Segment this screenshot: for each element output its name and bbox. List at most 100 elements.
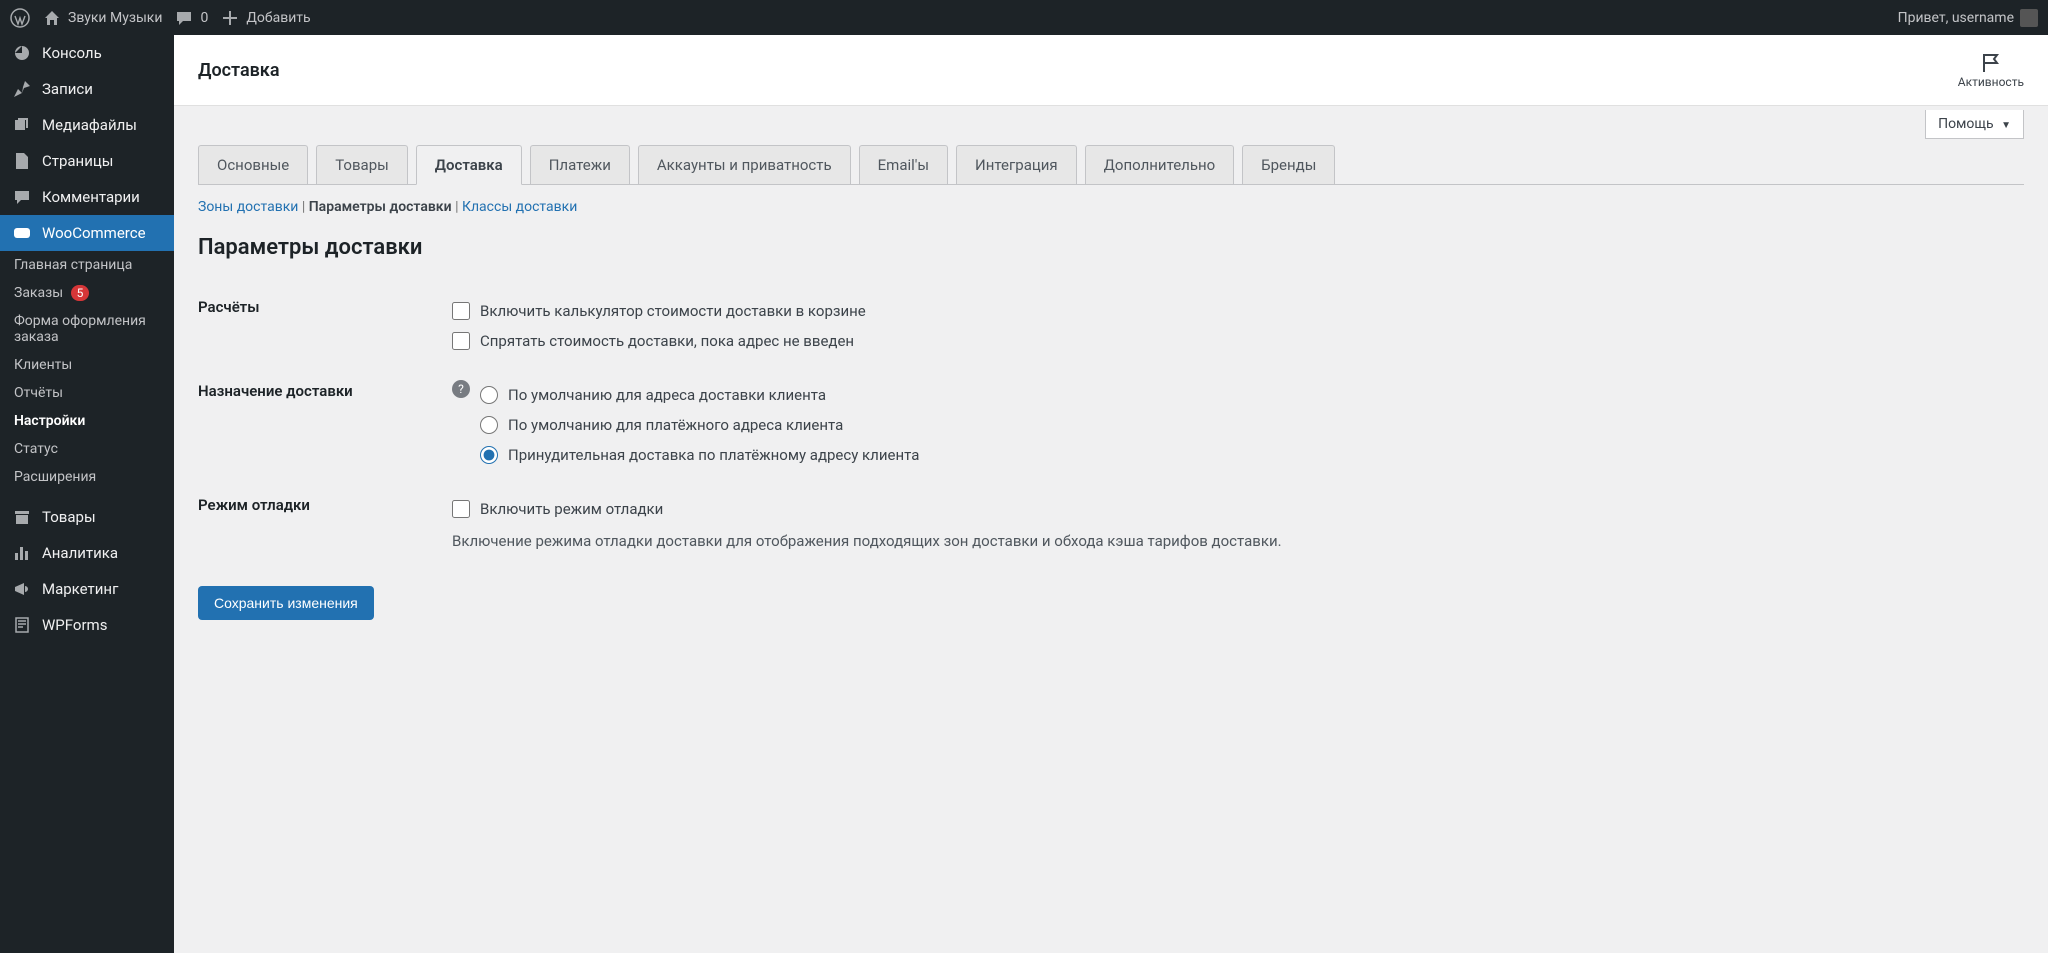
dest-label-1: По умолчанию для адреса доставки клиента [508,386,826,404]
menu-comments[interactable]: Комментарии [0,179,174,215]
submenu-settings[interactable]: Настройки [0,407,174,435]
destination-label: Назначение доставки [198,382,353,400]
settings-tabs: Основные Товары Доставка Платежи Аккаунт… [198,145,2024,185]
help-tooltip-icon[interactable]: ? [452,380,470,398]
dest-option-force-billing[interactable]: Принудительная доставка по платёжному ад… [480,440,2024,470]
settings-form: Расчёты Включить калькулятор стоимости д… [198,284,2024,562]
submenu-home[interactable]: Главная страница [0,251,174,279]
submenu-orders-label: Заказы [14,285,63,301]
greeting-text: Привет, username [1898,10,2014,26]
tab-products[interactable]: Товары [316,145,408,184]
tab-brands[interactable]: Бренды [1242,145,1335,184]
dest-radio-3[interactable] [480,446,498,464]
megaphone-icon [12,579,32,599]
admin-bar: Звуки Музыки 0 Добавить Привет, username [0,0,2048,35]
subnav-zones[interactable]: Зоны доставки [198,199,298,215]
calculations-label: Расчёты [198,296,452,316]
menu-wpforms[interactable]: WPForms [0,607,174,643]
dest-option-billing[interactable]: По умолчанию для платёжного адреса клиен… [480,410,2024,440]
wordpress-icon [10,8,30,28]
tab-advanced[interactable]: Дополнительно [1085,145,1235,184]
tab-accounts[interactable]: Аккаунты и приватность [638,145,851,184]
home-icon [42,8,62,28]
menu-woocommerce[interactable]: WooCommerce [0,215,174,251]
menu-label: Медиафайлы [42,116,137,134]
calc-option-hide-cost[interactable]: Спрятать стоимость доставки, пока адрес … [452,326,2024,356]
content-area: Доставка Активность Помощь ▼ Основные То… [174,35,2048,953]
menu-posts[interactable]: Записи [0,71,174,107]
dest-label-2: По умолчанию для платёжного адреса клиен… [508,416,843,434]
activity-label: Активность [1958,75,2024,89]
page-title: Доставка [198,60,280,81]
user-avatar-icon [2020,9,2038,27]
subnav-classes[interactable]: Классы доставки [462,199,577,215]
activity-button[interactable]: Активность [1958,51,2024,89]
shipping-subnav: Зоны доставки | Параметры доставки | Кла… [198,185,2024,229]
help-toggle[interactable]: Помощь ▼ [1925,110,2024,139]
section-title: Параметры доставки [198,235,2024,260]
comment-icon [174,8,194,28]
submenu-reports[interactable]: Отчёты [0,379,174,407]
submenu-checkout-form[interactable]: Форма оформления заказа [0,307,174,351]
site-name: Звуки Музыки [68,10,162,26]
menu-products[interactable]: Товары [0,499,174,535]
menu-pages[interactable]: Страницы [0,143,174,179]
calc-label-2: Спрятать стоимость доставки, пока адрес … [480,332,854,350]
menu-dashboard[interactable]: Консоль [0,35,174,71]
menu-label: Страницы [42,152,113,170]
calc-checkbox-2[interactable] [452,332,470,350]
add-new-link[interactable]: Добавить [220,8,310,28]
help-label: Помощь [1938,116,1994,132]
calc-checkbox-1[interactable] [452,302,470,320]
menu-media[interactable]: Медиафайлы [0,107,174,143]
add-label: Добавить [246,10,310,26]
calc-label-1: Включить калькулятор стоимости доставки … [480,302,866,320]
menu-label: Консоль [42,44,102,62]
flag-icon [1979,51,2003,75]
form-icon [12,615,32,635]
submenu-orders[interactable]: Заказы 5 [0,279,174,307]
subnav-params: Параметры доставки [309,199,452,215]
site-link[interactable]: Звуки Музыки [42,8,162,28]
tab-general[interactable]: Основные [198,145,308,184]
separator: | [455,199,462,215]
comment-icon [12,187,32,207]
tab-integration[interactable]: Интеграция [956,145,1077,184]
menu-label: WooCommerce [42,224,146,242]
page-header: Доставка Активность [174,35,2048,106]
menu-marketing[interactable]: Маркетинг [0,571,174,607]
dashboard-icon [12,43,32,63]
debug-option[interactable]: Включить режим отладки [452,494,2024,524]
menu-label: Маркетинг [42,580,118,598]
user-greeting[interactable]: Привет, username [1898,9,2038,27]
archive-icon [12,507,32,527]
debug-opt-label: Включить режим отладки [480,500,663,518]
media-icon [12,115,32,135]
plus-icon [220,8,240,28]
pin-icon [12,79,32,99]
wp-logo[interactable] [10,8,30,28]
comments-count: 0 [200,10,208,26]
save-button[interactable]: Сохранить изменения [198,586,374,620]
dest-option-shipping[interactable]: По умолчанию для адреса доставки клиента [480,380,2024,410]
tab-emails[interactable]: Email'ы [859,145,948,184]
menu-label: Аналитика [42,544,118,562]
separator: | [302,199,309,215]
menu-label: WPForms [42,616,107,634]
submenu-customers[interactable]: Клиенты [0,351,174,379]
tab-payments[interactable]: Платежи [530,145,630,184]
calc-option-enable-calculator[interactable]: Включить калькулятор стоимости доставки … [452,296,2024,326]
menu-analytics[interactable]: Аналитика [0,535,174,571]
comments-link[interactable]: 0 [174,8,208,28]
debug-description: Включение режима отладки доставки для от… [452,524,2024,550]
tab-shipping[interactable]: Доставка [416,145,522,185]
menu-label: Комментарии [42,188,140,206]
page-icon [12,151,32,171]
submenu-status[interactable]: Статус [0,435,174,463]
bar-chart-icon [12,543,32,563]
submenu-extensions[interactable]: Расширения [0,463,174,491]
debug-checkbox[interactable] [452,500,470,518]
dest-radio-2[interactable] [480,416,498,434]
dest-radio-1[interactable] [480,386,498,404]
woocommerce-icon [12,223,32,243]
